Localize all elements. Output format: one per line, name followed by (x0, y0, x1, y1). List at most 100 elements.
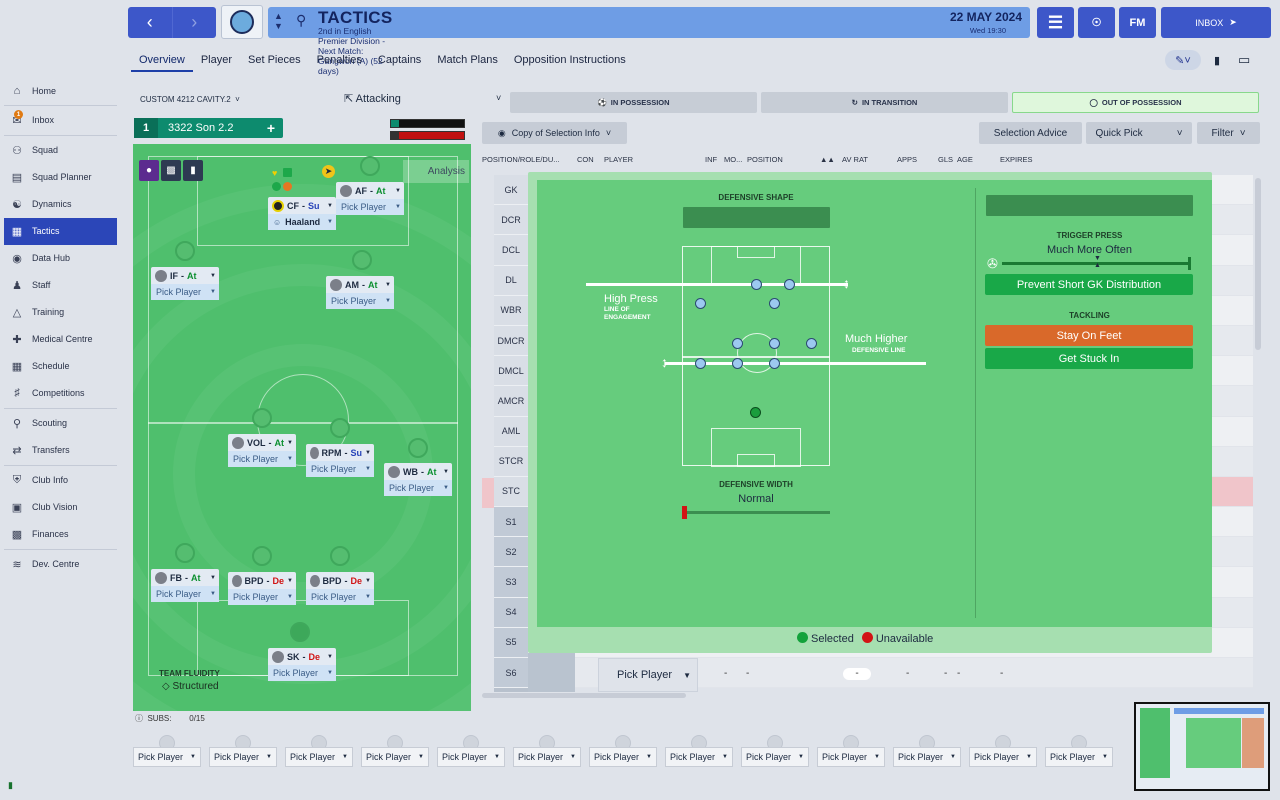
player-slot-circle[interactable] (330, 546, 350, 566)
sub-slot[interactable]: Pick Player ▼ (513, 733, 581, 767)
sidebar-item-data-hub[interactable]: ◉ Data Hub (4, 245, 117, 272)
defensive-width-slider[interactable] (684, 511, 830, 514)
player-slot-circle[interactable] (360, 156, 380, 176)
col-inf[interactable]: INF (705, 155, 717, 164)
up-down-arrows-icon[interactable]: ▲ ▼ (274, 11, 283, 31)
player-selector[interactable]: Pick Player ▼ (326, 293, 394, 309)
mentality-selector[interactable]: ⇱ Attacking (344, 92, 401, 105)
tab-match-plans[interactable]: Match Plans (429, 54, 506, 72)
sub-player-selector[interactable]: Pick Player ▼ (285, 747, 353, 767)
player-selector[interactable]: Pick Player ▼ (306, 461, 374, 477)
inbox-button[interactable]: INBOX ➤ (1161, 7, 1271, 38)
col-gls[interactable]: GLS (938, 155, 953, 164)
team-fluidity-value[interactable]: ◇ Structured (162, 681, 219, 692)
position-card-rpm[interactable]: RPM - Su ▼ Pick Player ▼ (306, 444, 374, 477)
game-date[interactable]: 22 MAY 2024 (950, 10, 1022, 24)
tab-penalties[interactable]: Penalties (309, 54, 370, 72)
engagement-line[interactable] (586, 283, 848, 286)
sub-player-selector[interactable]: Pick Player ▼ (1045, 747, 1113, 767)
sub-player-selector[interactable]: Pick Player ▼ (817, 747, 885, 767)
slider-marker-icon[interactable]: ▼ ▲ (1094, 255, 1101, 269)
sub-player-selector[interactable]: Pick Player ▼ (209, 747, 277, 767)
player-slot-circle[interactable] (408, 438, 428, 458)
profile-button[interactable]: ☉ (1078, 7, 1115, 38)
player-selector[interactable]: Pick Player ▼ (306, 589, 374, 605)
tab-out-of-possession[interactable]: ◯ OUT OF POSSESSION (1012, 92, 1259, 113)
vertical-scrollbar[interactable] (1255, 178, 1261, 350)
role-selector[interactable]: FB - At ▼ (151, 569, 219, 586)
screen-thumbnail[interactable] (1134, 702, 1270, 791)
club-crest[interactable] (221, 5, 263, 39)
player-selector[interactable]: Pick Player ▼ (228, 589, 296, 605)
sidebar-item-tactics[interactable]: ▦ Tactics (4, 218, 117, 245)
tab-in-transition[interactable]: ↻ IN TRANSITION (761, 92, 1008, 113)
sidebar-item-club-vision[interactable]: ▣ Club Vision (4, 494, 117, 521)
role-selector[interactable]: RPM - Su ▼ (306, 444, 374, 461)
formation-selector[interactable]: 1 3322 Son 2.2 + (134, 118, 283, 138)
position-card-bpd-right[interactable]: BPD - De ▼ Pick Player ▼ (306, 572, 374, 605)
add-icon[interactable]: + (259, 120, 283, 136)
sub-slot[interactable]: Pick Player ▼ (1045, 733, 1113, 767)
sidebar-item-squad-planner[interactable]: ▤ Squad Planner (4, 164, 117, 191)
player-selector[interactable]: Pick Player ▼ (228, 451, 296, 467)
sub-slot[interactable]: Pick Player ▼ (893, 733, 961, 767)
player-selector[interactable]: Pick Player ▼ (151, 284, 219, 300)
chevron-down-icon[interactable]: ˅ (496, 93, 501, 103)
sub-slot[interactable]: Pick Player ▼ (817, 733, 885, 767)
sub-slot[interactable]: Pick Player ▼ (665, 733, 733, 767)
sub-player-selector[interactable]: Pick Player ▼ (741, 747, 809, 767)
sidebar-item-scouting[interactable]: ⚲ Scouting (4, 410, 117, 437)
menu-button[interactable]: ☰ (1037, 7, 1074, 38)
sidebar-item-competitions[interactable]: ♯ Competitions (4, 380, 117, 407)
col-expires[interactable]: EXPIRES (1000, 155, 1033, 164)
sub-slot[interactable]: Pick Player ▼ (285, 733, 353, 767)
sub-player-selector[interactable]: Pick Player ▼ (133, 747, 201, 767)
selection-advice-button[interactable]: Selection Advice (979, 122, 1082, 144)
battery-icon[interactable]: ▮ (1214, 54, 1220, 67)
sidebar-item-squad[interactable]: ⚇ Squad (4, 137, 117, 164)
sidebar-item-club-info[interactable]: ⛨ Club Info (4, 467, 117, 494)
back-arrow-icon[interactable]: ‹ (128, 7, 172, 38)
tactic-name-dropdown[interactable]: CUSTOM 4212 CAVITY.2 ˅ (140, 95, 240, 104)
copy-selection-dropdown[interactable]: ◉ Copy of Selection Info ˅ (482, 122, 627, 144)
position-card-wb[interactable]: WB - At ▼ Pick Player ▼ (384, 463, 452, 496)
position-card-fb[interactable]: FB - At ▼ Pick Player ▼ (151, 569, 219, 602)
sidebar-item-medical-centre[interactable]: ✚ Medical Centre (4, 326, 117, 353)
col-position-role[interactable]: POSITION/ROLE/DU... (482, 155, 560, 164)
tab-opposition-instructions[interactable]: Opposition Instructions (506, 54, 634, 72)
sub-slot[interactable]: Pick Player ▼ (361, 733, 429, 767)
sub-slot[interactable]: Pick Player ▼ (969, 733, 1037, 767)
monitor-icon[interactable]: ▭ (1238, 52, 1250, 68)
line-handle-icon[interactable]: ↕ (661, 354, 668, 370)
sub-player-selector[interactable]: Pick Player ▼ (665, 747, 733, 767)
line-handle-icon[interactable]: ↕ (843, 275, 850, 291)
player-view-icon[interactable]: ● (139, 160, 159, 181)
position-card-vol[interactable]: VOL - At ▼ Pick Player ▼ (228, 434, 296, 467)
sidebar-item-finances[interactable]: ▩ Finances (4, 521, 117, 548)
role-selector[interactable]: BPD - De ▼ (306, 572, 374, 589)
sidebar-item-dynamics[interactable]: ☯ Dynamics (4, 191, 117, 218)
sub-player-selector[interactable]: Pick Player ▼ (969, 747, 1037, 767)
player-slot-circle[interactable] (352, 250, 372, 270)
sub-slot[interactable]: Pick Player ▼ (741, 733, 809, 767)
role-selector[interactable]: SK - De ▼ (268, 648, 336, 665)
col-position[interactable]: POSITION (747, 155, 783, 164)
fm-button[interactable]: FM (1119, 7, 1156, 38)
sub-player-selector[interactable]: Pick Player ▼ (513, 747, 581, 767)
position-card-bpd-left[interactable]: BPD - De ▼ Pick Player ▼ (228, 572, 296, 605)
col-morale[interactable]: MO... (724, 155, 742, 164)
filter-button[interactable]: Filter ˅ (1197, 122, 1260, 144)
get-stuck-in-button[interactable]: Get Stuck In (985, 348, 1193, 369)
col-con[interactable]: CON (577, 155, 594, 164)
pick-player-dropdown[interactable]: Pick Player ▼ (598, 658, 698, 692)
sub-slot[interactable]: Pick Player ▼ (437, 733, 505, 767)
col-apps[interactable]: APPS (897, 155, 917, 164)
sidebar-item-home[interactable]: ⌂ Home (4, 78, 117, 104)
prevent-short-gk-button[interactable]: Prevent Short GK Distribution (985, 274, 1193, 295)
position-card-af[interactable]: AF - At ▼ Pick Player ▼ (336, 182, 404, 215)
role-selector[interactable]: AM - At ▼ (326, 276, 394, 293)
position-card-cf[interactable]: CF - Su ▼ ☺ Haaland ▼ (268, 197, 336, 230)
search-icon[interactable]: ⚲ (296, 12, 306, 29)
player-selector[interactable]: Pick Player ▼ (268, 665, 336, 681)
sub-slot[interactable]: Pick Player ▼ (589, 733, 657, 767)
